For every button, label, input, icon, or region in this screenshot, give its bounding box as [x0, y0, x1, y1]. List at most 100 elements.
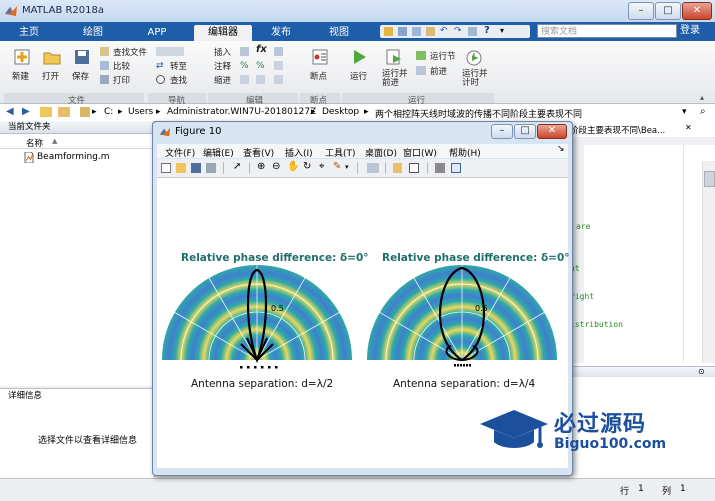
paste-icon[interactable] — [426, 27, 435, 36]
breakpoints-label[interactable]: 断点 — [310, 70, 327, 82]
pointer-icon[interactable]: ➚ — [233, 161, 241, 172]
close-button[interactable]: ✕ — [682, 2, 712, 20]
up-folder-icon[interactable] — [40, 107, 52, 117]
advance-button[interactable]: 前进 — [430, 65, 447, 77]
zoom-in-icon[interactable]: ⊕ — [257, 161, 265, 172]
breadcrumb-segment[interactable]: Users — [128, 107, 153, 117]
wrap-comments-icon[interactable] — [274, 61, 283, 70]
colorbar-icon[interactable] — [393, 163, 402, 173]
find-files-button[interactable]: 查找文件 — [113, 46, 147, 58]
menu-window[interactable]: 窗口(W) — [403, 146, 437, 159]
breadcrumb-segment[interactable]: C: — [104, 107, 113, 117]
smart-indent-icon[interactable] — [240, 75, 249, 84]
run-section-button[interactable]: 运行节 — [430, 50, 456, 62]
goto-button[interactable]: 转至 — [170, 60, 187, 72]
figure-close-button[interactable]: ✕ — [537, 124, 567, 139]
menu-help[interactable]: 帮助(H) — [449, 146, 481, 159]
forward-icon[interactable]: ▶ — [22, 106, 30, 117]
decrease-indent-icon[interactable] — [274, 75, 283, 84]
pan-icon[interactable]: ✋ — [287, 161, 299, 172]
address-dropdown-icon[interactable]: ▾ — [682, 107, 687, 117]
menu-edit[interactable]: 编辑(E) — [203, 146, 234, 159]
open-file-icon[interactable] — [176, 163, 186, 173]
brush-icon[interactable]: ✎ — [333, 161, 341, 172]
login-button[interactable]: 登录 — [680, 23, 710, 39]
print-button[interactable]: 打印 — [113, 74, 130, 86]
collapse-toolstrip-icon[interactable]: ▴ — [700, 93, 704, 102]
run-advance-icon[interactable] — [384, 47, 404, 67]
save-icon[interactable] — [72, 47, 92, 67]
switch-windows-icon[interactable] — [468, 27, 477, 36]
run-and-time-icon[interactable] — [464, 47, 484, 67]
undo-icon[interactable]: ↶ — [440, 26, 448, 36]
editor-close-icon[interactable]: ✕ — [685, 123, 692, 132]
breadcrumb-segment[interactable]: 两个相控阵天线时域波的传播不同阶段主要表现不同 — [375, 107, 582, 120]
open-icon[interactable] — [42, 47, 62, 67]
column-name-header[interactable]: 名称 — [26, 137, 43, 149]
help-icon[interactable]: ? — [484, 25, 490, 36]
run-label[interactable]: 运行 — [350, 70, 367, 82]
tab-editor[interactable]: 编辑器 — [194, 25, 252, 41]
legend-icon[interactable] — [409, 163, 419, 173]
tab-publish[interactable]: 发布 — [258, 25, 304, 41]
back-forward-icon[interactable] — [156, 47, 184, 56]
save-figure-icon[interactable] — [191, 163, 201, 173]
run-and-time-label[interactable]: 运行并 计时 — [462, 70, 488, 88]
open-label[interactable]: 打开 — [42, 70, 59, 82]
menu-view[interactable]: 查看(V) — [243, 146, 274, 159]
copy-icon[interactable] — [412, 27, 421, 36]
show-plot-tools-icon[interactable] — [451, 163, 461, 173]
hide-plot-tools-icon[interactable] — [435, 163, 445, 173]
compare-button[interactable]: 比较 — [113, 60, 130, 72]
breadcrumb-segment[interactable]: Administrator.WIN7U-20180127Z — [167, 107, 316, 117]
brush-dropdown-icon[interactable]: ▾ — [345, 163, 349, 171]
comment-button[interactable]: 注释 — [214, 60, 231, 72]
new-label[interactable]: 新建 — [12, 70, 29, 82]
indent-button[interactable]: 缩进 — [214, 74, 231, 86]
run-icon[interactable] — [349, 47, 369, 67]
increase-indent-icon[interactable] — [256, 75, 265, 84]
save-label[interactable]: 保存 — [72, 70, 89, 82]
back-icon[interactable]: ◀ — [6, 106, 14, 117]
new-icon[interactable] — [12, 47, 32, 67]
breakpoints-icon[interactable] — [310, 47, 330, 67]
maximize-button[interactable]: □ — [655, 2, 681, 20]
scrollbar-thumb[interactable] — [704, 171, 715, 187]
data-cursor-icon[interactable]: ⌖ — [319, 161, 325, 172]
menu-tools[interactable]: 工具(T) — [325, 146, 356, 159]
new-figure-icon[interactable] — [161, 163, 171, 173]
search-folder-icon[interactable]: ⌕ — [700, 106, 706, 117]
command-window-menu-icon[interactable]: ⊙ — [698, 367, 705, 376]
redo-icon[interactable]: ↷ — [454, 26, 462, 36]
comment-icon[interactable]: % — [240, 61, 249, 71]
menu-dock-icon[interactable]: ↘ — [557, 144, 565, 154]
figure-minimize-button[interactable]: – — [491, 124, 513, 139]
cut-icon[interactable] — [398, 27, 407, 36]
rotate-3d-icon[interactable]: ↻ — [303, 161, 311, 172]
save-icon[interactable] — [384, 27, 393, 36]
insert-section-icon[interactable] — [240, 47, 249, 56]
run-advance-label[interactable]: 运行并 前进 — [382, 70, 408, 88]
browse-folder-icon[interactable] — [58, 107, 70, 117]
menu-file[interactable]: 文件(F) — [165, 146, 195, 159]
breadcrumb-segment[interactable]: Desktop — [322, 107, 359, 117]
uncomment-icon[interactable]: % — [256, 61, 265, 71]
insert-button[interactable]: 插入 — [214, 46, 231, 58]
file-list-item[interactable]: Beamforming.m — [0, 151, 154, 164]
link-plot-icon[interactable] — [367, 163, 379, 173]
search-documentation-input[interactable]: 搜索文档 — [537, 24, 677, 38]
zoom-out-icon[interactable]: ⊖ — [272, 161, 280, 172]
insert-more-icon[interactable] — [274, 47, 283, 56]
fx-button[interactable]: fx — [256, 44, 267, 55]
menu-desktop[interactable]: 桌面(D) — [365, 146, 397, 159]
quick-access-dropdown-icon[interactable]: ▾ — [500, 26, 504, 35]
tab-home[interactable]: 主页 — [6, 25, 52, 41]
tab-view[interactable]: 视图 — [316, 25, 362, 41]
figure-maximize-button[interactable]: □ — [514, 124, 536, 139]
tab-apps[interactable]: APP — [134, 25, 180, 41]
editor-scrollbar[interactable] — [702, 161, 715, 363]
tab-plots[interactable]: 绘图 — [70, 25, 116, 41]
minimize-button[interactable]: – — [628, 2, 654, 20]
print-figure-icon[interactable] — [206, 163, 216, 173]
find-button[interactable]: 查找 — [170, 74, 187, 86]
